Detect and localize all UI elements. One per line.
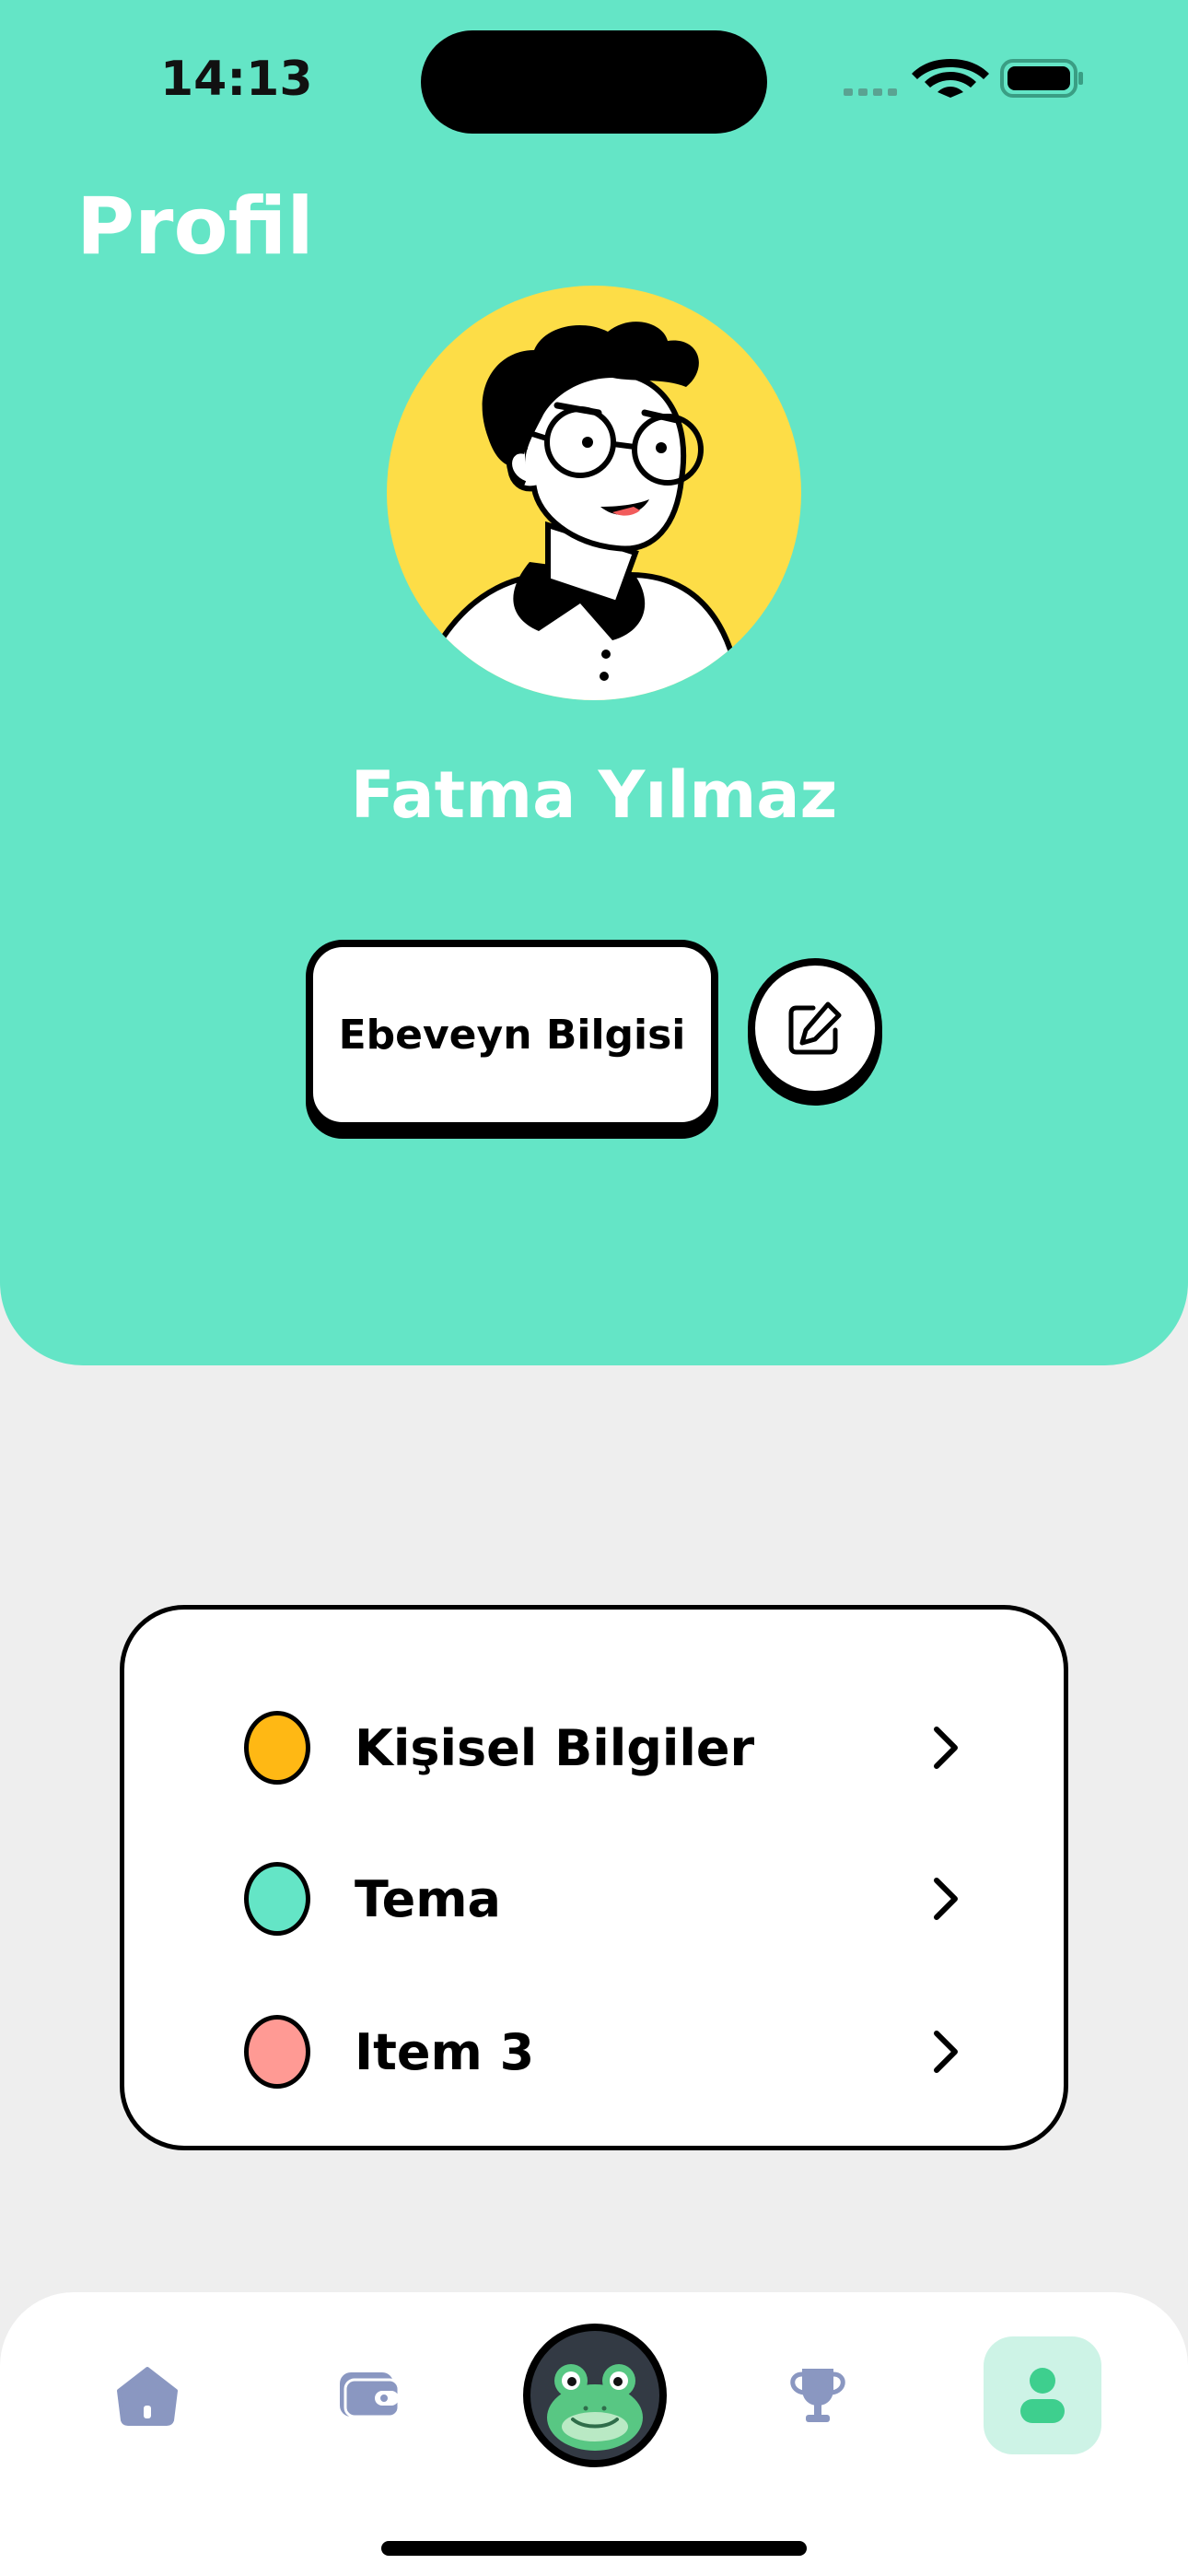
menu-dot-teal (244, 1862, 310, 1936)
menu-item-theme[interactable]: Tema (124, 1844, 1064, 1954)
menu-item-label: Item 3 (355, 2022, 535, 2081)
chevron-right-icon (934, 2031, 958, 2073)
chevron-right-icon (934, 1878, 958, 1920)
cellular-signal-icon (844, 88, 897, 96)
profile-icon (1020, 2368, 1065, 2423)
chevron-right-icon (934, 1727, 958, 1769)
menu-item-label: Kişisel Bilgiler (355, 1718, 755, 1777)
menu-item-label: Tema (355, 1869, 501, 1928)
edit-icon (788, 1001, 842, 1055)
user-name: Fatma Yılmaz (350, 757, 838, 833)
tab-home[interactable] (111, 2359, 184, 2432)
wallet-icon (340, 2372, 401, 2418)
menu-dot-pink (244, 2015, 310, 2089)
menu-item-item3[interactable]: Item 3 (124, 1996, 1064, 2107)
trophy-icon (790, 2369, 845, 2422)
page-title: Profil (76, 181, 314, 273)
tab-trophy[interactable] (781, 2359, 855, 2432)
status-time: 14:13 (160, 52, 313, 107)
parent-info-button[interactable]: Ebeveyn Bilgisi (306, 940, 718, 1130)
menu-dot-yellow (244, 1711, 310, 1785)
menu-item-personal-info[interactable]: Kişisel Bilgiler (124, 1692, 1064, 1803)
profile-screen: 14:13 Profil Fatma Yılmaz Ebeveyn Bilgis… (0, 0, 1188, 2576)
avatar-illustration (421, 322, 740, 700)
frog-mascot-icon (547, 2364, 643, 2451)
dynamic-island (421, 30, 767, 134)
settings-menu-card: Kişisel Bilgiler Tema Item 3 (120, 1605, 1068, 2150)
battery-icon (1000, 59, 1083, 98)
tab-profile[interactable] (984, 2336, 1101, 2454)
tab-wallet[interactable] (332, 2359, 405, 2432)
tab-center-mascot[interactable] (523, 2324, 667, 2467)
edit-profile-button[interactable] (748, 958, 882, 1098)
home-indicator (381, 2541, 807, 2556)
home-icon (117, 2367, 178, 2426)
parent-info-label: Ebeveyn Bilgisi (338, 1011, 686, 1059)
wifi-icon (912, 59, 989, 98)
status-icons (844, 59, 1083, 98)
avatar[interactable] (387, 286, 801, 700)
